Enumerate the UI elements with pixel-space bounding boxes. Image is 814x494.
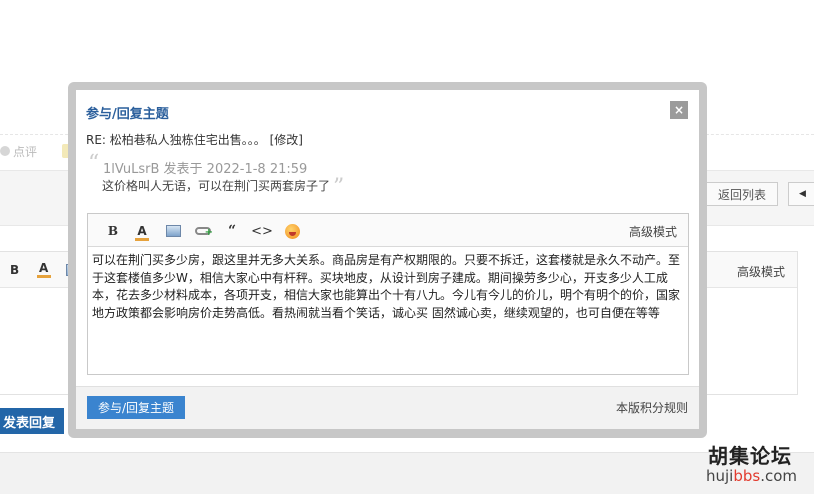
reply-content-textarea[interactable]: 可以在荆门买多少房，跟这里并无多大关系。商品房是有产权期限的。只要不拆迁，这套楼… — [88, 247, 688, 374]
background-footer — [0, 452, 814, 494]
emoji-icon — [284, 223, 300, 239]
font-color-label: A — [137, 224, 147, 238]
editor-toolbar: B A + “ <> 高级模式 — [88, 214, 688, 247]
background-bold-button[interactable]: B — [10, 263, 19, 277]
font-color-button[interactable]: A — [135, 222, 149, 241]
advanced-mode-link[interactable]: 高级模式 — [629, 223, 677, 240]
quote-author-line: 1lVuLsrB 发表于 2022-1-8 21:59 — [103, 162, 308, 177]
rate-label: 点评 — [13, 144, 38, 159]
reply-editor: B A + “ <> 高级模式 可以在荆门买多少房，跟这里并无多大关系。商品房是… — [87, 213, 689, 375]
font-color-swatch — [135, 238, 149, 241]
rate-icon — [0, 146, 10, 156]
watermark-url-prefix: huji — [706, 467, 734, 485]
background-submit-reply-button[interactable]: 发表回复 — [0, 408, 64, 434]
chevron-left-icon: ◀ — [799, 189, 806, 199]
quote-open-icon: “ — [88, 151, 100, 176]
background-rate-link[interactable]: 点评 — [0, 143, 77, 159]
submit-reply-button[interactable]: 参与/回复主题 — [87, 396, 185, 419]
dialog-footer: 参与/回复主题 本版积分规则 — [76, 386, 699, 429]
image-icon — [165, 225, 181, 237]
quote-text: 这价格叫人无语，可以在荆门买两套房子了 — [102, 179, 331, 193]
insert-code-button[interactable]: <> — [251, 222, 273, 240]
dialog-title: 参与/回复主题 — [86, 107, 169, 122]
watermark-title: 胡集论坛 — [708, 444, 792, 468]
insert-emoji-button[interactable] — [284, 222, 300, 240]
credit-rules-link[interactable]: 本版积分规则 — [616, 399, 688, 416]
back-to-list-button[interactable]: 返回列表 — [706, 182, 778, 206]
insert-link-button[interactable]: + — [194, 222, 213, 240]
site-watermark: 胡集论坛 hujibbs.com — [706, 440, 806, 490]
reply-dialog-frame: 参与/回复主题 × RE: 松柏巷私人独栋住宅出售。。。 [修改] “ 1lVu… — [68, 82, 707, 438]
previous-thread-button[interactable]: ◀ — [788, 182, 814, 206]
reply-dialog: 参与/回复主题 × RE: 松柏巷私人独栋住宅出售。。。 [修改] “ 1lVu… — [76, 90, 699, 429]
link-icon: + — [195, 227, 213, 238]
background-advanced-mode-link[interactable]: 高级模式 — [737, 263, 785, 280]
bold-button[interactable]: B — [106, 222, 120, 240]
quote-close-icon: ” — [333, 175, 345, 200]
insert-image-button[interactable] — [165, 222, 181, 240]
reply-subject: RE: 松柏巷私人独栋住宅出售。。。 [修改] — [86, 133, 303, 147]
watermark-url: hujibbs.com — [706, 467, 797, 485]
close-icon[interactable]: × — [670, 101, 688, 119]
watermark-url-highlight: bbs — [733, 467, 761, 485]
insert-quote-button[interactable]: “ — [226, 222, 238, 240]
watermark-url-suffix: .com — [760, 467, 798, 485]
background-font-color-button[interactable]: A — [36, 261, 52, 278]
